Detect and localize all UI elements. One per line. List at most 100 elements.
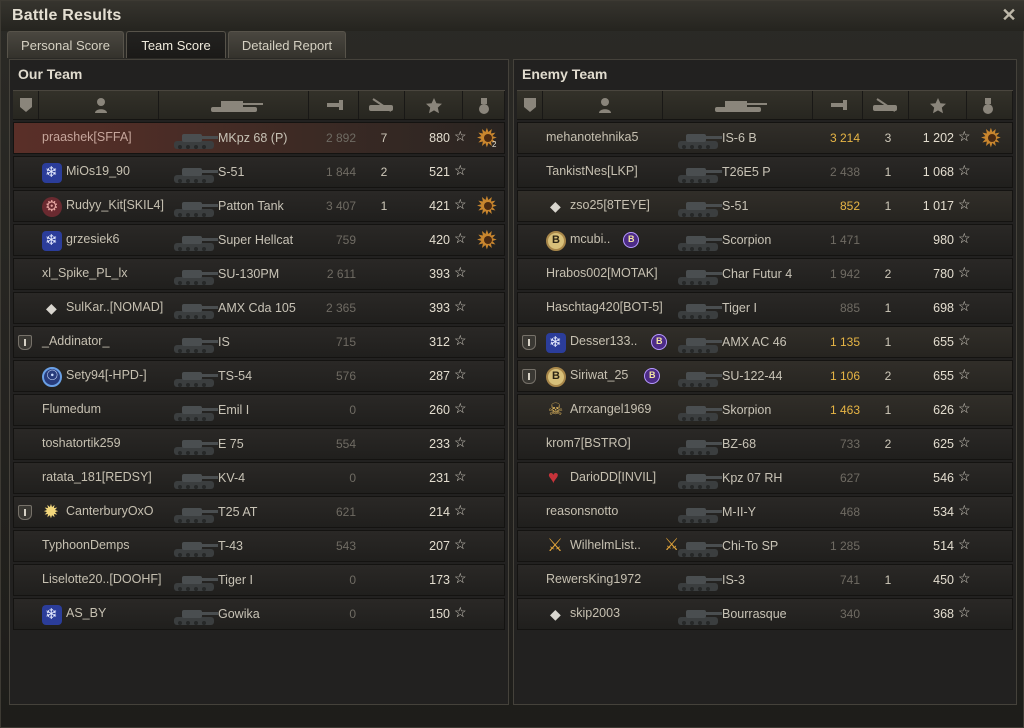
player-row[interactable]: Hrabos002[MOTAK] Char Futur 4 1 942 2 780 ☆: [517, 258, 1013, 290]
tank-image-icon: [674, 329, 724, 362]
medal-icon: [983, 98, 993, 114]
damage-value: 543: [335, 539, 356, 553]
enemy-team-title: Enemy Team: [522, 66, 608, 82]
player-row[interactable]: toshatortik259 E 75 554 233 ☆: [13, 428, 505, 460]
player-icon-header[interactable]: [543, 91, 663, 119]
player-row[interactable]: CanterburyOxO T25 AT 621 214 ☆: [13, 496, 505, 528]
damage-value: 3 214: [829, 131, 860, 145]
tab-detailed-report[interactable]: Detailed Report: [228, 31, 346, 58]
platoon-icon-header[interactable]: [13, 91, 39, 119]
player-row[interactable]: mcubi.. Scorpion 1 471 980 ☆: [517, 224, 1013, 256]
xp-value: 233: [429, 437, 450, 451]
tank-name: MKpz 68 (P): [218, 131, 288, 145]
player-row[interactable]: xl_Spike_PL_lx SU-130PM 2 611 393 ☆: [13, 258, 505, 290]
player-row[interactable]: skip2003 Bourrasque 340 368 ☆: [517, 598, 1013, 630]
player-row[interactable]: Desser133.. AMX AC 46 1 135 1 655 ☆: [517, 326, 1013, 358]
kills-icon: [369, 98, 393, 112]
medal-icon-header[interactable]: [463, 91, 505, 119]
xp-value: 980: [933, 233, 954, 247]
tank-name: M-II-Y: [722, 505, 757, 519]
xp-value: 1 017: [922, 199, 954, 213]
clan-b-icon: [546, 367, 566, 387]
xp-star-icon: ☆: [454, 128, 467, 144]
tank-name: E 75: [218, 437, 244, 451]
player-row[interactable]: MiOs19_90 S-51 1 844 2 521 ☆: [13, 156, 505, 188]
kills-value: 1: [884, 335, 892, 349]
player-row[interactable]: ratata_181[REDSY] KV-4 0 231 ☆: [13, 462, 505, 494]
tab-personal-score[interactable]: Personal Score: [7, 31, 124, 58]
tank-icon-header[interactable]: [663, 91, 813, 119]
xp-value: 698: [933, 301, 954, 315]
damage-value: 715: [335, 335, 356, 349]
xp-value: 393: [429, 267, 450, 281]
player-icon-header[interactable]: [39, 91, 159, 119]
tank-image-icon: [170, 601, 220, 634]
player-row[interactable]: TyphoonDemps T-43 543 207 ☆: [13, 530, 505, 562]
tank-name: Chi-To SP: [722, 539, 779, 553]
player-row[interactable]: Haschtag420[BOT-5] Tiger I 885 1 698 ☆: [517, 292, 1013, 324]
xp-star-icon: ☆: [958, 400, 971, 416]
platoon-icon: [20, 98, 32, 112]
damage-icon-header[interactable]: [309, 91, 359, 119]
enemy-team-panel: Enemy Team mehanotehnika5 IS-6 B 3 214 3 1 2…: [513, 59, 1017, 705]
damage-value: 621: [335, 505, 356, 519]
player-name: ratata_181[REDSY]: [42, 470, 152, 484]
player-row[interactable]: TankistNes[LKP] T26E5 P 2 438 1 1 068 ☆: [517, 156, 1013, 188]
medal-icon[interactable]: [476, 225, 500, 256]
damage-value: 1 135: [829, 335, 860, 349]
xp-value: 534: [933, 505, 954, 519]
tank-name: AMX Cda 105: [218, 301, 296, 315]
tank-image-icon: [170, 227, 220, 260]
player-row[interactable]: RewersKing1972 IS-3 741 1 450 ☆: [517, 564, 1013, 596]
player-row[interactable]: krom7[BSTRO] BZ-68 733 2 625 ☆: [517, 428, 1013, 460]
platoon-icon-header[interactable]: [517, 91, 543, 119]
clan-diamond-icon: [42, 299, 62, 319]
tank-name: Bourrasque: [722, 607, 787, 621]
tank-image-icon: [674, 227, 724, 260]
tank-name: Gowika: [218, 607, 260, 621]
xp-star-icon: ☆: [958, 332, 971, 348]
xp-star-icon: ☆: [958, 128, 971, 144]
tank-icon-header[interactable]: [159, 91, 309, 119]
player-row[interactable]: WilhelmList.. Chi-To SP 1 285 514 ☆: [517, 530, 1013, 562]
player-row[interactable]: Flumedum Emil I 0 260 ☆: [13, 394, 505, 426]
player-row[interactable]: Sety94[-HPD-] TS-54 576 287 ☆: [13, 360, 505, 392]
medal-icon[interactable]: [980, 123, 1004, 154]
our-team-header: [13, 90, 505, 120]
close-icon[interactable]: ✕: [999, 5, 1019, 25]
xp-value: 1 202: [922, 131, 954, 145]
xp-star-icon: ☆: [454, 502, 467, 518]
player-row[interactable]: grzesiek6 Super Hellcat 759 420 ☆: [13, 224, 505, 256]
player-name: MiOs19_90: [66, 164, 130, 178]
player-name: Haschtag420[BOT-5]: [546, 300, 663, 314]
player-row[interactable]: Arrxangel1969 Skorpion 1 463 1 626 ☆: [517, 394, 1013, 426]
player-row[interactable]: DarioDD[INVIL] Kpz 07 RH 627 546 ☆: [517, 462, 1013, 494]
player-row[interactable]: SulKar..[NOMAD] AMX Cda 105 2 365 393 ☆: [13, 292, 505, 324]
player-row[interactable]: zso25[8TEYE] S-51 852 1 1 017 ☆: [517, 190, 1013, 222]
player-row[interactable]: AS_BY Gowika 0 150 ☆: [13, 598, 505, 630]
platoon-icon: [18, 505, 32, 520]
tab-team-score[interactable]: Team Score: [126, 31, 226, 58]
damage-icon-header[interactable]: [813, 91, 863, 119]
xp-star-icon-header[interactable]: [405, 91, 463, 119]
xp-star-icon: ☆: [454, 604, 467, 620]
player-row[interactable]: Siriwat_25 SU-122-44 1 106 2 655 ☆: [517, 360, 1013, 392]
xp-star-icon-header[interactable]: [909, 91, 967, 119]
player-row[interactable]: praashek[SFFA] MKpz 68 (P) 2 892 7 880 ☆ 2: [13, 122, 505, 154]
tank-image-icon: [170, 533, 220, 566]
clan-snow-icon: [42, 231, 62, 251]
player-row[interactable]: Liselotte20..[DOOHF] Tiger I 0 173 ☆: [13, 564, 505, 596]
kills-icon-header[interactable]: [863, 91, 909, 119]
player-row[interactable]: Rudyy_Kit[SKIL4] Patton Tank 3 407 1 421 ☆: [13, 190, 505, 222]
kills-icon-header[interactable]: [359, 91, 405, 119]
player-row[interactable]: reasonsnotto M-II-Y 468 534 ☆: [517, 496, 1013, 528]
tank-name: TS-54: [218, 369, 253, 383]
player-row[interactable]: mehanotehnika5 IS-6 B 3 214 3 1 202 ☆: [517, 122, 1013, 154]
player-row[interactable]: _Addinator_ IS 715 312 ☆: [13, 326, 505, 358]
medal-icon[interactable]: [476, 191, 500, 222]
medal-icon-header[interactable]: [967, 91, 1013, 119]
damage-value: 2 438: [829, 165, 860, 179]
xp-star-icon: ☆: [454, 332, 467, 348]
tank-image-icon: [170, 159, 220, 192]
tank-image-icon: [170, 465, 220, 498]
